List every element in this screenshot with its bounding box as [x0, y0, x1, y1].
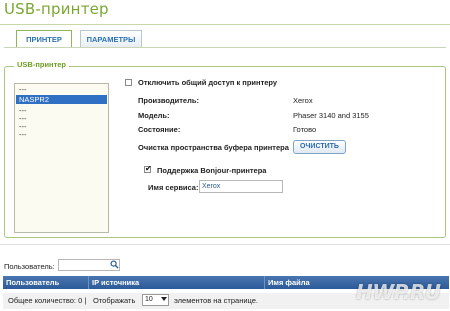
title-divider — [0, 24, 450, 25]
disable-sharing-label: Отключить общий доступ к принтеру — [138, 78, 278, 87]
per-page-suffix: элементов на странице. — [174, 296, 258, 305]
watermark-logo: HWP.RU — [356, 280, 441, 304]
printer-listbox[interactable]: --- NASPR2 --- --- --- --- — [14, 83, 109, 233]
fieldset-legend: USB-принтер — [14, 60, 70, 69]
tab-parameters[interactable]: ПАРАМЕТРЫ — [80, 30, 142, 47]
model-value: Phaser 3140 and 3155 — [293, 111, 369, 120]
show-label: Отображать — [93, 296, 136, 305]
manufacturer-value: Xerox — [293, 96, 313, 105]
user-filter-label: Пользователь: — [4, 262, 55, 271]
list-item[interactable]: --- — [16, 85, 107, 94]
manufacturer-label: Производитель: — [138, 96, 199, 105]
list-item[interactable]: --- — [16, 130, 107, 139]
list-item-selected[interactable]: NASPR2 — [16, 95, 107, 104]
chevron-down-icon[interactable] — [161, 297, 167, 301]
bonjour-label: Поддержка Bonjour-принтера — [157, 166, 267, 175]
service-name-input[interactable]: Xerox — [199, 180, 283, 193]
search-icon[interactable] — [110, 260, 119, 269]
tab-printer[interactable]: ПРИНТЕР — [16, 30, 72, 48]
section-divider — [0, 244, 450, 245]
page-title: USB-принтер — [4, 0, 109, 18]
state-value: Готово — [293, 125, 317, 134]
disable-sharing-checkbox[interactable] — [125, 79, 132, 86]
state-label: Состояние: — [138, 125, 181, 134]
clear-buffer-button[interactable]: ОЧИСТИТЬ — [293, 140, 346, 154]
column-header-user[interactable]: Пользователь — [3, 276, 89, 289]
clear-buffer-label: Очистка пространства буфера принтера — [138, 143, 289, 152]
tab-bar-divider — [4, 47, 446, 48]
service-name-label: Имя сервиса: — [148, 183, 199, 192]
total-count-label: Общее количество: 0 | — [8, 296, 87, 305]
bonjour-checkbox[interactable] — [144, 164, 152, 173]
model-label: Модель: — [138, 111, 170, 120]
column-header-source-ip[interactable]: IP источника — [89, 276, 265, 289]
